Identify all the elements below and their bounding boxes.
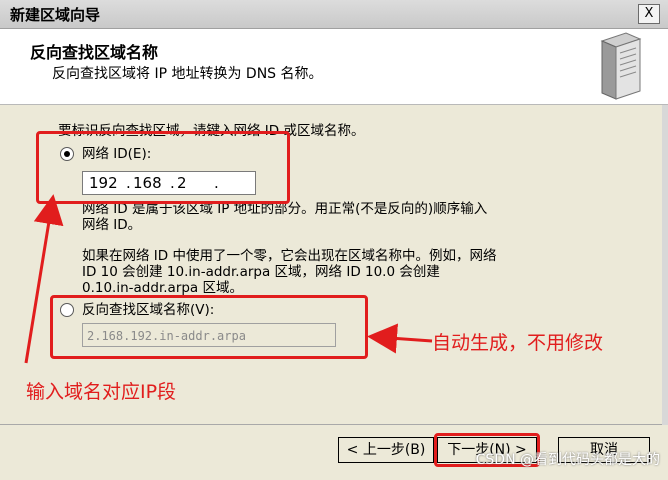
window-title: 新建区域向导	[10, 6, 101, 24]
wizard-body: 要标识反向查找区域，请键入网络 ID 或区域名称。 网络 ID(E): 192 …	[0, 105, 668, 425]
title-bar: 新建区域向导 X	[0, 0, 668, 29]
server-icon	[600, 32, 642, 100]
header-subtitle: 反向查找区域将 IP 地址转换为 DNS 名称。	[52, 66, 323, 82]
close-button[interactable]: X	[638, 4, 660, 24]
side-scroll-strip	[662, 105, 668, 425]
header-title: 反向查找区域名称	[30, 43, 159, 62]
watermark: CSDN @看到代码头都是大的	[475, 452, 660, 468]
arrow-to-ip-input	[24, 194, 64, 364]
annotation-enter-ip: 输入域名对应IP段	[26, 381, 177, 403]
annotation-auto-generated: 自动生成，不用修改	[432, 332, 604, 354]
wizard-header: 反向查找区域名称 反向查找区域将 IP 地址转换为 DNS 名称。	[0, 29, 668, 105]
back-button[interactable]: < 上一步(B)	[338, 437, 434, 463]
wizard-footer: < 上一步(B) 下一步(N) > 取消 CSDN @看到代码头都是大的	[0, 425, 668, 480]
arrow-to-zone-name	[367, 323, 433, 354]
